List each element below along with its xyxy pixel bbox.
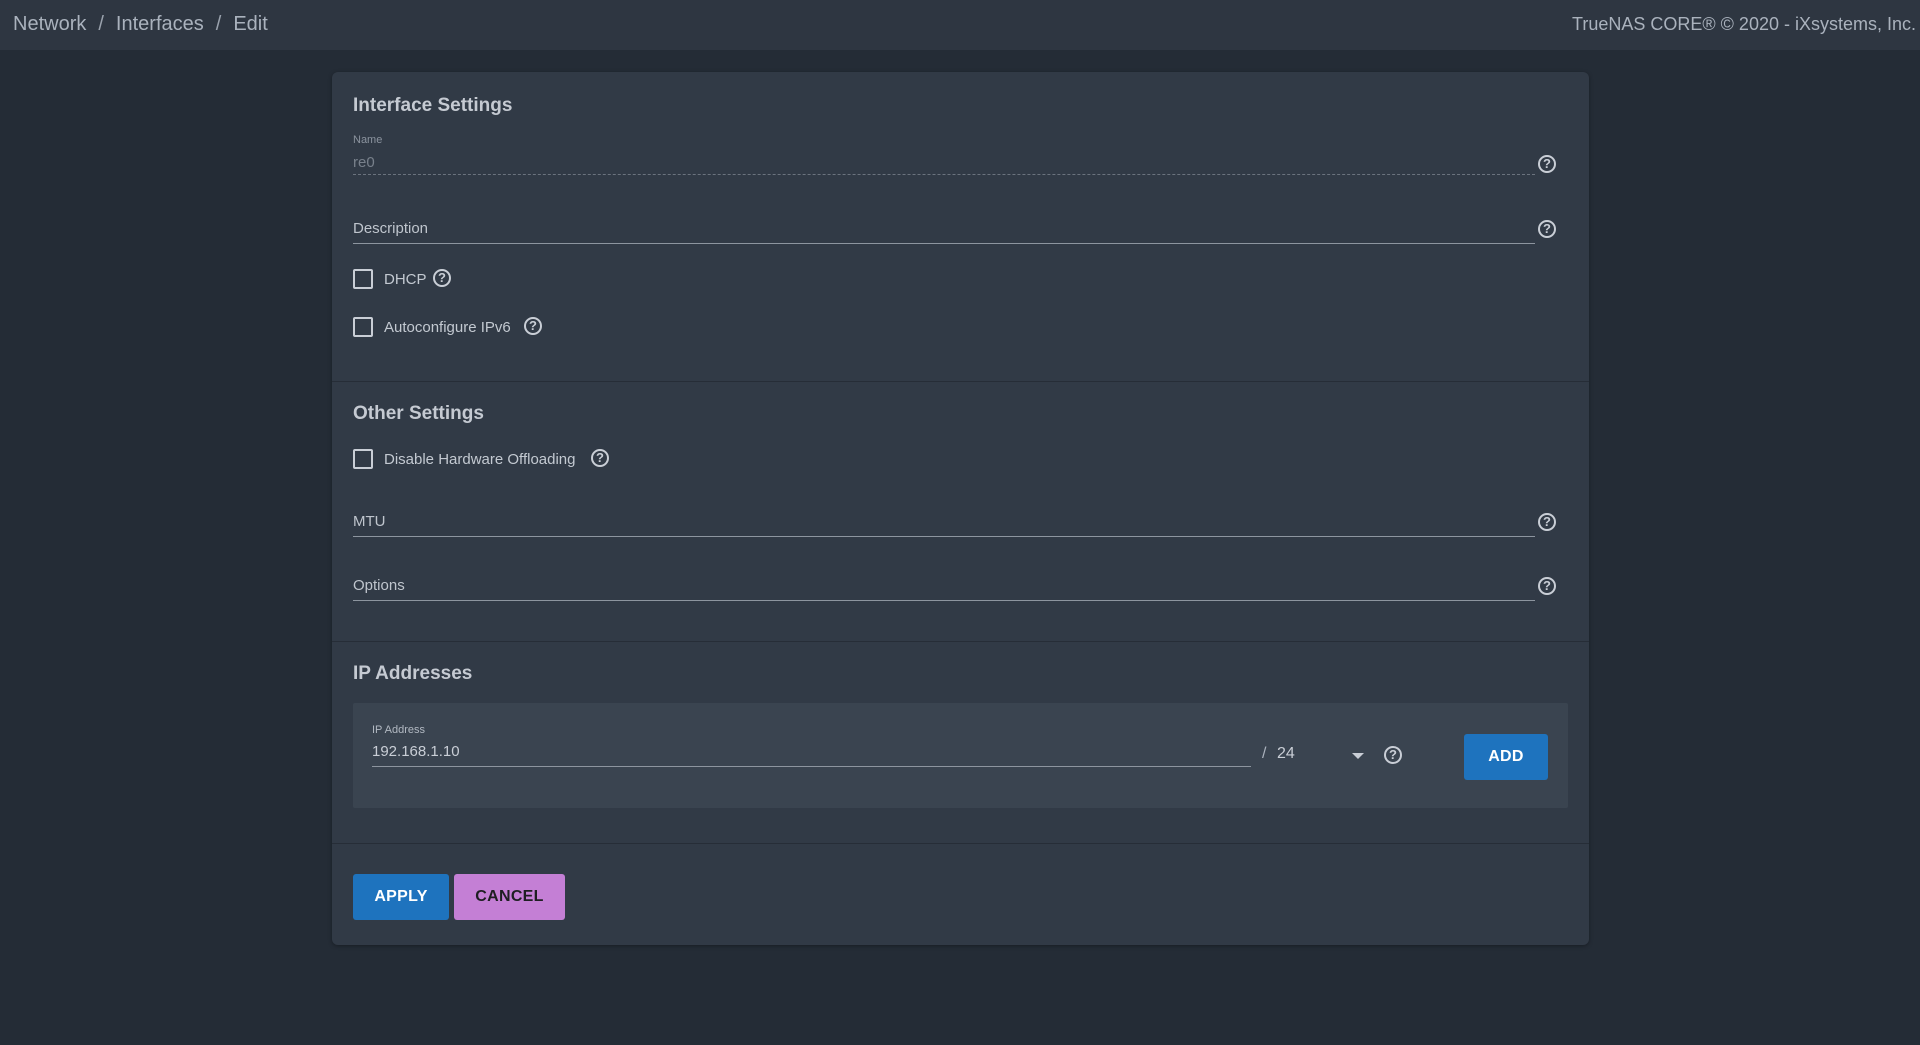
netmask-select[interactable]: 24: [1277, 745, 1295, 763]
name-field-label: Name: [353, 134, 383, 146]
description-input[interactable]: Description: [353, 219, 1535, 255]
cancel-button[interactable]: CANCEL: [454, 874, 565, 920]
name-field-underline: [353, 174, 1535, 176]
name-field-value: re0: [353, 154, 375, 171]
top-bar: Network / Interfaces / Edit TrueNAS CORE® © …: [0, 0, 1920, 50]
autoconfigure-ipv6-checkbox[interactable]: [353, 317, 373, 337]
section-divider: [332, 641, 1589, 642]
breadcrumb-separator: /: [215, 13, 222, 35]
disable-hw-offloading-label[interactable]: Disable Hardware Offloading: [384, 451, 576, 468]
breadcrumb-edit: Edit: [233, 13, 268, 35]
disable-hw-offloading-checkbox[interactable]: [353, 449, 373, 469]
ip-address-entry: IP Address 192.168.1.10 / 24 ? ADD: [353, 703, 1568, 808]
mtu-input[interactable]: MTU: [353, 512, 1535, 548]
options-help-icon[interactable]: ?: [1538, 577, 1556, 595]
mtu-field-underline: [353, 536, 1535, 537]
section-divider: [332, 843, 1589, 844]
name-field: Name re0: [353, 134, 1535, 178]
interface-settings-title: Interface Settings: [353, 95, 513, 116]
mtu-help-icon[interactable]: ?: [1538, 513, 1556, 531]
autoconfigure-ipv6-help-icon[interactable]: ?: [524, 317, 542, 335]
dhcp-help-icon[interactable]: ?: [433, 269, 451, 287]
dhcp-checkbox[interactable]: [353, 269, 373, 289]
options-field-underline: [353, 600, 1535, 601]
disable-hw-offloading-help-icon[interactable]: ?: [591, 449, 609, 467]
autoconfigure-ipv6-row[interactable]: Autoconfigure IPv6: [353, 316, 553, 338]
disable-hw-offloading-row[interactable]: Disable Hardware Offloading: [353, 448, 613, 470]
ip-address-input[interactable]: 192.168.1.10: [372, 743, 460, 760]
options-field-label: Options: [353, 577, 405, 594]
options-input[interactable]: Options: [353, 576, 1535, 612]
description-field-label: Description: [353, 220, 429, 237]
ip-addresses-title: IP Addresses: [353, 663, 473, 684]
mtu-field-label: MTU: [353, 513, 386, 530]
ip-address-label: IP Address: [372, 724, 425, 736]
caret-down-icon[interactable]: [1352, 753, 1364, 759]
breadcrumb-separator: /: [98, 13, 104, 35]
description-field-underline: [353, 243, 1535, 244]
dhcp-label[interactable]: DHCP: [384, 271, 427, 288]
description-help-icon[interactable]: ?: [1538, 220, 1556, 238]
autoconfigure-ipv6-label[interactable]: Autoconfigure IPv6: [384, 319, 511, 336]
section-divider: [332, 381, 1589, 382]
netmask-separator: /: [1262, 745, 1267, 762]
ip-address-underline: [372, 766, 1251, 767]
breadcrumb: Network / Interfaces / Edit: [13, 13, 268, 36]
dhcp-checkbox-row[interactable]: DHCP: [353, 268, 473, 290]
interface-edit-form: Interface Settings Name re0 ? Descriptio…: [332, 72, 1589, 945]
name-help-icon[interactable]: ?: [1538, 155, 1556, 173]
copyright-text: TrueNAS CORE® © 2020 - iXsystems, Inc.: [1572, 14, 1916, 34]
breadcrumb-network[interactable]: Network: [13, 13, 86, 35]
apply-button[interactable]: APPLY: [353, 874, 449, 920]
breadcrumb-interfaces[interactable]: Interfaces: [116, 13, 204, 35]
ip-address-help-icon[interactable]: ?: [1384, 746, 1402, 764]
add-ip-address-button[interactable]: ADD: [1464, 734, 1548, 780]
other-settings-title: Other Settings: [353, 403, 484, 424]
